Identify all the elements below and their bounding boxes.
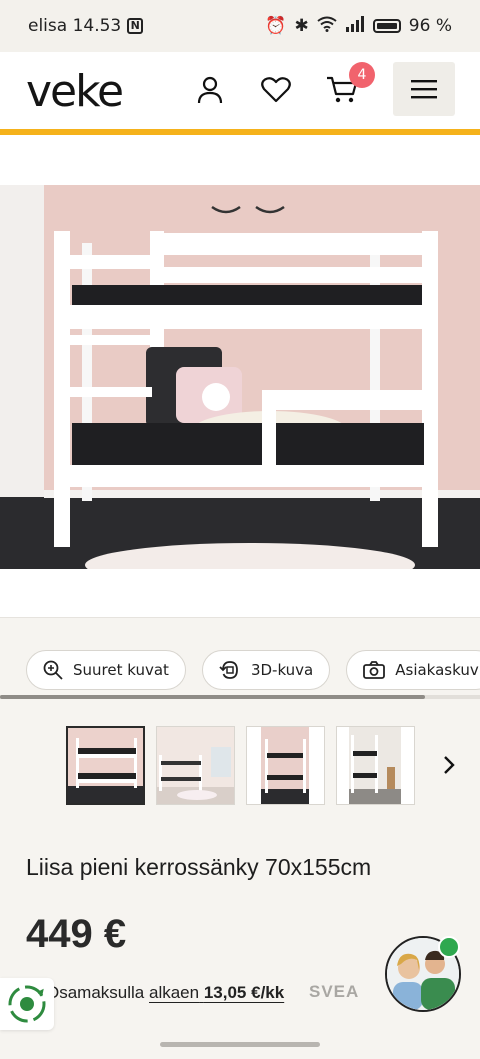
menu-button[interactable] xyxy=(393,62,455,116)
nfc-icon: N xyxy=(127,18,144,34)
menu-icon xyxy=(411,80,437,99)
customer-photos-button[interactable]: Asiakaskuv xyxy=(346,650,480,690)
status-bar: elisa 14.53 N ⏰ ✱ 96 % xyxy=(0,0,480,52)
recycle-icon xyxy=(8,985,46,1023)
customer-photos-label: Asiakaskuv xyxy=(395,661,479,679)
thumbnail-next-button[interactable] xyxy=(436,750,462,780)
battery-percent: 96 % xyxy=(408,16,452,36)
installment-amount: 13,05 €/kk xyxy=(203,983,285,1002)
image-actions: Suuret kuvat 3D-kuva Asiakaskuv xyxy=(26,650,480,690)
thumbnail-4[interactable] xyxy=(336,726,415,805)
installment-prefix: Osamaksulla xyxy=(46,983,145,1002)
installment-info: Osamaksulla alkaen 13,05 €/kk xyxy=(46,983,284,1003)
large-images-button[interactable]: Suuret kuvat xyxy=(26,650,186,690)
heart-icon[interactable] xyxy=(256,70,296,110)
camera-icon xyxy=(363,661,386,679)
chips-scrollbar[interactable] xyxy=(0,695,425,699)
thumbnail-3[interactable] xyxy=(246,726,325,805)
thumbnail-strip xyxy=(66,726,415,805)
zoom-in-icon xyxy=(43,660,63,680)
product-title: Liisa pieni kerrossänky 70x155cm xyxy=(26,854,372,880)
home-indicator[interactable] xyxy=(160,1042,320,1047)
view-3d-label: 3D-kuva xyxy=(250,661,314,679)
carrier-time: elisa 14.53 xyxy=(28,16,122,36)
veke-logo[interactable]: veke xyxy=(26,66,124,117)
cart-count-badge[interactable]: 4 xyxy=(349,62,375,88)
thumbnail-2[interactable] xyxy=(156,726,235,805)
online-status-dot xyxy=(438,936,460,958)
svea-logo: SVEA xyxy=(309,982,360,1001)
wifi-icon xyxy=(317,16,337,37)
product-main-image[interactable] xyxy=(0,185,480,569)
product-price: 449 € xyxy=(26,912,127,956)
bluetooth-icon: ✱ xyxy=(294,16,309,36)
user-icon[interactable] xyxy=(190,70,230,110)
chevron-right-icon xyxy=(444,756,455,774)
installment-link[interactable]: alkaen 13,05 €/kk xyxy=(149,983,284,1002)
large-images-label: Suuret kuvat xyxy=(73,661,169,679)
battery-icon xyxy=(372,19,401,33)
signal-icon xyxy=(345,15,365,37)
recycle-badge[interactable] xyxy=(0,978,54,1030)
rotate-3d-icon xyxy=(219,661,238,679)
thumbnail-1[interactable] xyxy=(66,726,145,805)
installment-link-text: alkaen xyxy=(149,983,200,1002)
alarm-icon: ⏰ xyxy=(265,16,287,36)
view-3d-button[interactable]: 3D-kuva xyxy=(201,650,331,690)
